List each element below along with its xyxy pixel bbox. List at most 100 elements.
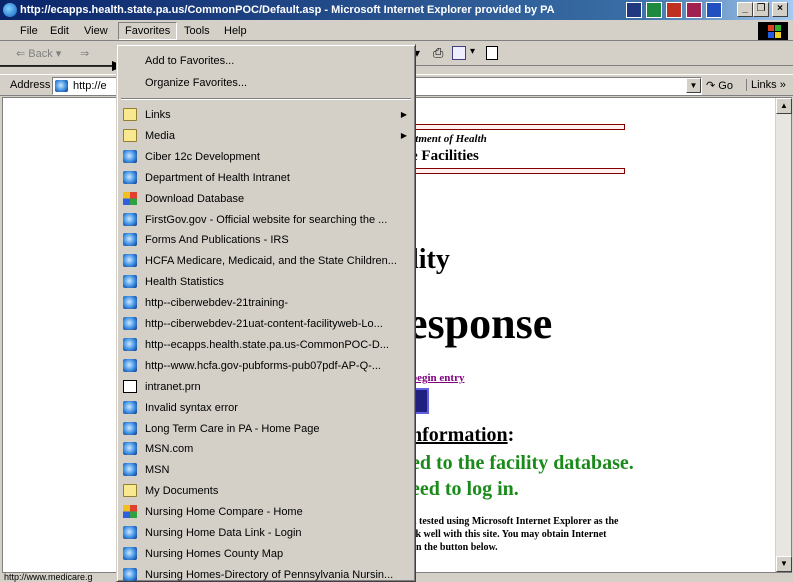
favorites-item[interactable]: Ciber 12c Development bbox=[119, 147, 413, 167]
print-icon[interactable]: ⎙ bbox=[433, 45, 443, 61]
favorites-item[interactable]: Forms And Publications - IRS bbox=[119, 230, 413, 250]
quicklaunch-excel-icon[interactable] bbox=[646, 2, 662, 18]
ie-page-icon bbox=[123, 254, 137, 268]
edit-icon[interactable] bbox=[452, 46, 466, 60]
submenu-arrow-icon: ▶ bbox=[400, 130, 407, 140]
scroll-down-icon[interactable]: ▼ bbox=[776, 556, 792, 572]
quicklaunch-access-icon[interactable] bbox=[686, 2, 702, 18]
go-label: Go bbox=[718, 80, 733, 92]
dept-of-health-text: rtment of Health bbox=[411, 133, 487, 145]
favorites-item[interactable]: Media ▶ bbox=[119, 126, 413, 146]
menu-view[interactable]: View bbox=[78, 22, 114, 40]
menu-file[interactable]: File bbox=[14, 22, 44, 40]
favorites-item[interactable]: Department of Health Intranet bbox=[119, 168, 413, 188]
close-button[interactable]: × bbox=[772, 2, 788, 17]
favorites-item-label: FirstGov.gov - Official website for sear… bbox=[145, 213, 388, 226]
menu-favorites[interactable]: Favorites bbox=[118, 22, 178, 40]
favorites-item-label: Nursing Homes County Map bbox=[145, 547, 284, 560]
favorites-item-label: Nursing Homes-Directory of Pennsylvania … bbox=[145, 568, 394, 581]
response-heading: esponse bbox=[408, 299, 553, 348]
favorites-item[interactable]: Download Database bbox=[119, 189, 413, 209]
quicklaunch-word-icon[interactable] bbox=[626, 2, 642, 18]
favorites-item[interactable]: Nursing Home Compare - Home bbox=[119, 502, 413, 522]
minimize-button[interactable]: _ bbox=[737, 2, 753, 17]
menu-separator bbox=[121, 98, 411, 100]
begin-entry-link[interactable]: begin entry bbox=[411, 372, 464, 384]
favorites-item[interactable]: Nursing Homes-Directory of Pennsylvania … bbox=[119, 565, 413, 581]
ie-page-icon bbox=[123, 149, 137, 163]
quicklaunch-powerpoint-icon[interactable] bbox=[666, 2, 682, 18]
edit-dropdown-icon[interactable]: ▾ bbox=[470, 46, 475, 57]
favorites-item[interactable]: Long Term Care in PA - Home Page bbox=[119, 419, 413, 439]
ie-page-icon bbox=[123, 317, 137, 330]
favorites-item-label: MSN.com bbox=[145, 443, 194, 456]
favorites-item[interactable]: http--ciberwebdev-21uat-content-facility… bbox=[119, 314, 413, 334]
favorites-item[interactable]: Invalid syntax error bbox=[119, 398, 413, 418]
favorites-item[interactable]: MSN.com bbox=[119, 439, 413, 459]
ie-page-icon bbox=[123, 337, 137, 351]
ie-page-icon bbox=[123, 275, 137, 289]
menu-help[interactable]: Help bbox=[218, 22, 253, 40]
favorites-item[interactable]: http--www.hcfa.gov-pubforms-pub07pdf-AP-… bbox=[119, 356, 413, 376]
address-label: Address bbox=[10, 79, 51, 91]
favorites-item-label: Nursing Home Data Link - Login bbox=[145, 527, 302, 539]
green-line-2: eed to log in. bbox=[411, 478, 519, 500]
window-title: http://ecapps.health.state.pa.us/CommonP… bbox=[20, 4, 555, 16]
favorites-item-label: Links bbox=[145, 109, 171, 121]
favorites-item-label: Health Statistics bbox=[145, 276, 224, 289]
facilities-heading: e Facilities bbox=[411, 148, 479, 164]
add-to-favorites-item[interactable]: Add to Favorites... bbox=[119, 51, 413, 71]
favorites-item-label: http--ciberwebdev-21uat-content-facility… bbox=[145, 318, 383, 330]
menu-tools[interactable]: Tools bbox=[178, 22, 216, 40]
links-button[interactable]: Links » bbox=[746, 79, 786, 91]
ie-page-icon bbox=[123, 170, 137, 184]
facility-heading: lity bbox=[411, 244, 450, 275]
discuss-icon[interactable] bbox=[486, 46, 498, 60]
organize-favorites-item[interactable]: Organize Favorites... bbox=[119, 73, 413, 93]
favorites-item-label: HCFA Medicare, Medicaid, and the State C… bbox=[145, 255, 397, 268]
favorites-item[interactable]: Health Statistics bbox=[119, 272, 413, 292]
address-dropdown-icon[interactable]: ▼ bbox=[686, 78, 701, 93]
favorites-item-label: MSN bbox=[145, 464, 170, 477]
header-rule-bottom bbox=[411, 168, 625, 174]
favorites-item-label: http--ciberwebdev-21training- bbox=[145, 297, 289, 310]
quicklaunch-outlook-icon[interactable] bbox=[706, 2, 722, 18]
vertical-scrollbar[interactable]: ▲ ▼ bbox=[775, 98, 792, 572]
favorites-item-label: Media bbox=[145, 129, 175, 142]
favorites-item[interactable]: HCFA Medicare, Medicaid, and the State C… bbox=[119, 251, 413, 271]
windows-flag-icon bbox=[758, 22, 788, 40]
favorites-item-label: Nursing Home Compare - Home bbox=[145, 506, 303, 519]
annotation-arrow-icon bbox=[0, 61, 124, 71]
favorites-item-label: http--www.hcfa.gov-pubforms-pub07pdf-AP-… bbox=[145, 359, 381, 372]
folder-icon bbox=[123, 484, 137, 498]
database-icon bbox=[123, 505, 137, 519]
favorites-item[interactable]: http--ecapps.health.state.pa.us-CommonPO… bbox=[119, 335, 413, 355]
favorites-menu: Add to Favorites... Organize Favorites..… bbox=[116, 44, 416, 582]
favorites-item-label: Ciber 12c Development bbox=[145, 150, 260, 163]
go-button[interactable]: ↷ Go bbox=[706, 79, 733, 92]
ie-page-icon bbox=[123, 567, 137, 581]
favorites-item-label: My Documents bbox=[145, 485, 219, 498]
address-value: http://e bbox=[73, 80, 107, 92]
favorites-item-label: http--ecapps.health.state.pa.us-CommonPO… bbox=[145, 338, 389, 351]
scroll-up-icon[interactable]: ▲ bbox=[776, 98, 792, 114]
header-rule-top bbox=[411, 124, 625, 130]
ie-page-icon bbox=[123, 212, 137, 226]
menu-edit[interactable]: Edit bbox=[44, 22, 75, 40]
favorites-item[interactable]: MSN bbox=[119, 460, 413, 480]
green-line-1: ed to the facility database. bbox=[411, 452, 634, 474]
favorites-item[interactable]: http--ciberwebdev-21training- bbox=[119, 293, 413, 313]
menu-bar: File Edit View Favorites Tools Help bbox=[0, 20, 793, 41]
ie-page-icon bbox=[123, 400, 137, 414]
favorites-item-label: Forms And Publications - IRS bbox=[145, 234, 289, 247]
browser-note-line-1: d tested using Microsoft Internet Explor… bbox=[411, 516, 619, 527]
restore-button[interactable]: ❐ bbox=[753, 2, 769, 17]
favorites-item[interactable]: My Documents bbox=[119, 481, 413, 501]
favorites-item[interactable]: FirstGov.gov - Official website for sear… bbox=[119, 210, 413, 230]
favorites-item[interactable]: Nursing Homes County Map bbox=[119, 544, 413, 564]
favorites-item[interactable]: Nursing Home Data Link - Login bbox=[119, 523, 413, 543]
favorites-item[interactable]: Links ▶ bbox=[119, 105, 413, 125]
favorites-item[interactable]: intranet.prn bbox=[119, 377, 413, 397]
folder-icon bbox=[123, 108, 137, 121]
information-text: nformation bbox=[411, 424, 508, 446]
